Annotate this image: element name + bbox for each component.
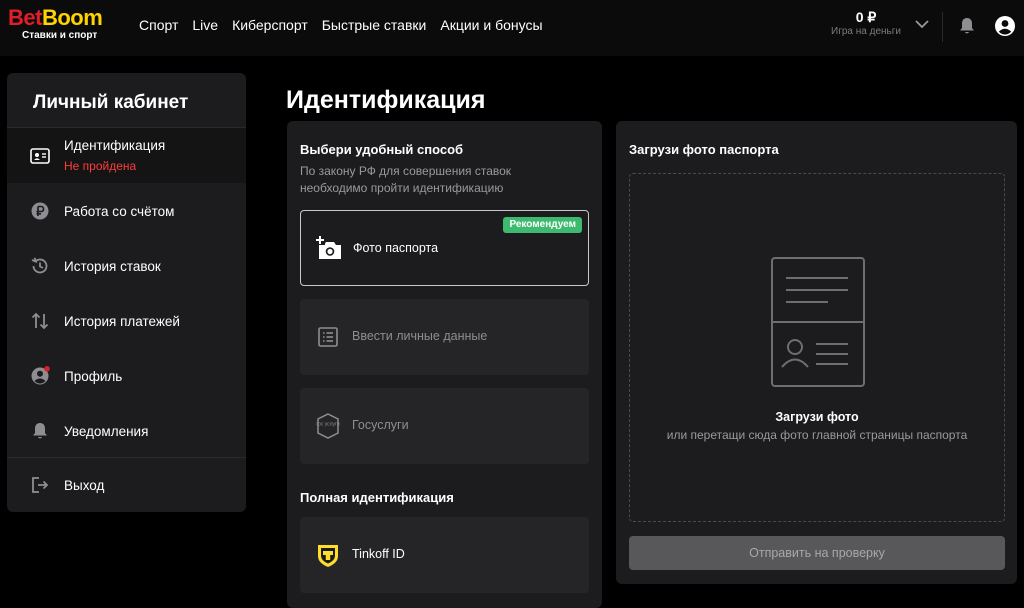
top-header: BetBoom Ставки и спорт Спорт Live Киберс…	[0, 0, 1024, 56]
bell-icon	[33, 423, 47, 439]
balance-widget[interactable]: 0 ₽ Игра на деньги	[822, 8, 910, 38]
photo-dropzone[interactable]: Загрузи фото или перетащи сюда фото глав…	[629, 173, 1005, 522]
option-label: Фото паспорта	[353, 241, 439, 255]
sidebar-item-label: Работа со счётом	[64, 204, 175, 219]
sidebar-title: Личный кабинет	[33, 92, 189, 113]
sidebar-item-bet-history[interactable]: История ставок	[7, 238, 246, 293]
logo-tagline: Ставки и спорт	[22, 30, 98, 41]
ruble-icon	[31, 202, 49, 220]
submit-for-review-button[interactable]: Отправить на проверку	[629, 536, 1005, 570]
header-divider	[942, 12, 943, 42]
option-gosuslugi[interactable]: гос услуги Госуслуги	[300, 388, 589, 464]
sidebar-item-label: История платежей	[64, 314, 180, 329]
option-label: Tinkoff ID	[352, 547, 405, 561]
sidebar-item-notifications[interactable]: Уведомления	[7, 403, 246, 458]
sidebar-item-profile[interactable]: Профиль	[7, 348, 246, 403]
bell-icon[interactable]	[958, 16, 976, 36]
betboom-logo[interactable]: BetBoom Ставки и спорт	[8, 6, 120, 42]
sidebar-item-identification[interactable]: Идентификация Не пройдена	[7, 128, 246, 183]
history-icon	[31, 257, 48, 274]
nav-esports[interactable]: Киберспорт	[232, 16, 308, 34]
passport-upload-card: Загрузи фото паспорта Загрузи фото или п…	[616, 121, 1017, 584]
logo-boom: Boom	[41, 5, 103, 30]
add-photo-icon	[315, 235, 341, 259]
option-tinkoff-id[interactable]: Tinkoff ID	[300, 517, 589, 593]
transfer-arrows-icon	[31, 312, 49, 330]
option-personal-data[interactable]: Ввести личные данные	[300, 299, 589, 375]
identification-methods-card: Выбери удобный способ По закону РФ для с…	[287, 121, 602, 608]
user-icon[interactable]	[994, 15, 1016, 37]
profile-icon	[31, 366, 50, 385]
option-passport-photo[interactable]: Фото паспорта Рекомендуем	[300, 210, 589, 286]
nav-fast-bets[interactable]: Быстрые ставки	[322, 16, 427, 34]
upload-card-title: Загрузи фото паспорта	[629, 142, 779, 157]
gosuslugi-icon-text: гос услуги	[316, 422, 340, 428]
sidebar-item-label: Профиль	[64, 369, 123, 384]
list-icon	[318, 327, 338, 347]
balance-amount: 0 ₽	[855, 9, 877, 25]
sidebar-item-label: Идентификация	[64, 138, 166, 153]
account-sidebar: Личный кабинет Идентификация Не пройдена…	[7, 73, 246, 512]
gosuslugi-icon: гос услуги	[316, 413, 340, 439]
sidebar-item-label: История ставок	[64, 259, 161, 274]
sidebar-item-logout[interactable]: Выход	[7, 458, 246, 513]
recommended-badge: Рекомендуем	[503, 217, 582, 233]
methods-heading: Выбери удобный способ	[300, 142, 464, 157]
full-identification-heading: Полная идентификация	[300, 490, 454, 505]
nav-promos[interactable]: Акции и бонусы	[440, 16, 542, 34]
sidebar-item-label: Выход	[64, 478, 105, 493]
id-card-icon	[30, 148, 50, 164]
identification-status: Не пройдена	[64, 159, 137, 173]
nav-live[interactable]: Live	[192, 16, 218, 34]
sidebar-item-payment-history[interactable]: История платежей	[7, 293, 246, 348]
logout-icon	[32, 477, 49, 493]
tinkoff-icon	[318, 545, 338, 567]
logo-bet: Bet	[8, 5, 42, 30]
sidebar-item-account[interactable]: Работа со счётом	[7, 183, 246, 238]
methods-description: По закону РФ для совершения ставок необх…	[300, 164, 512, 195]
chevron-down-icon[interactable]	[914, 18, 930, 30]
balance-label: Игра на деньги	[831, 26, 901, 37]
main-nav: Спорт Live Киберспорт Быстрые ставки Акц…	[139, 16, 557, 34]
nav-sport[interactable]: Спорт	[139, 16, 178, 34]
upload-hint: или перетащи сюда фото главной страницы …	[666, 428, 968, 442]
passport-icon	[771, 257, 865, 387]
sidebar-item-label: Уведомления	[64, 424, 149, 439]
upload-title: Загрузи фото	[775, 410, 859, 424]
page-title: Идентификация	[286, 86, 486, 114]
option-label: Ввести личные данные	[352, 329, 488, 343]
option-label: Госуслуги	[352, 418, 409, 432]
